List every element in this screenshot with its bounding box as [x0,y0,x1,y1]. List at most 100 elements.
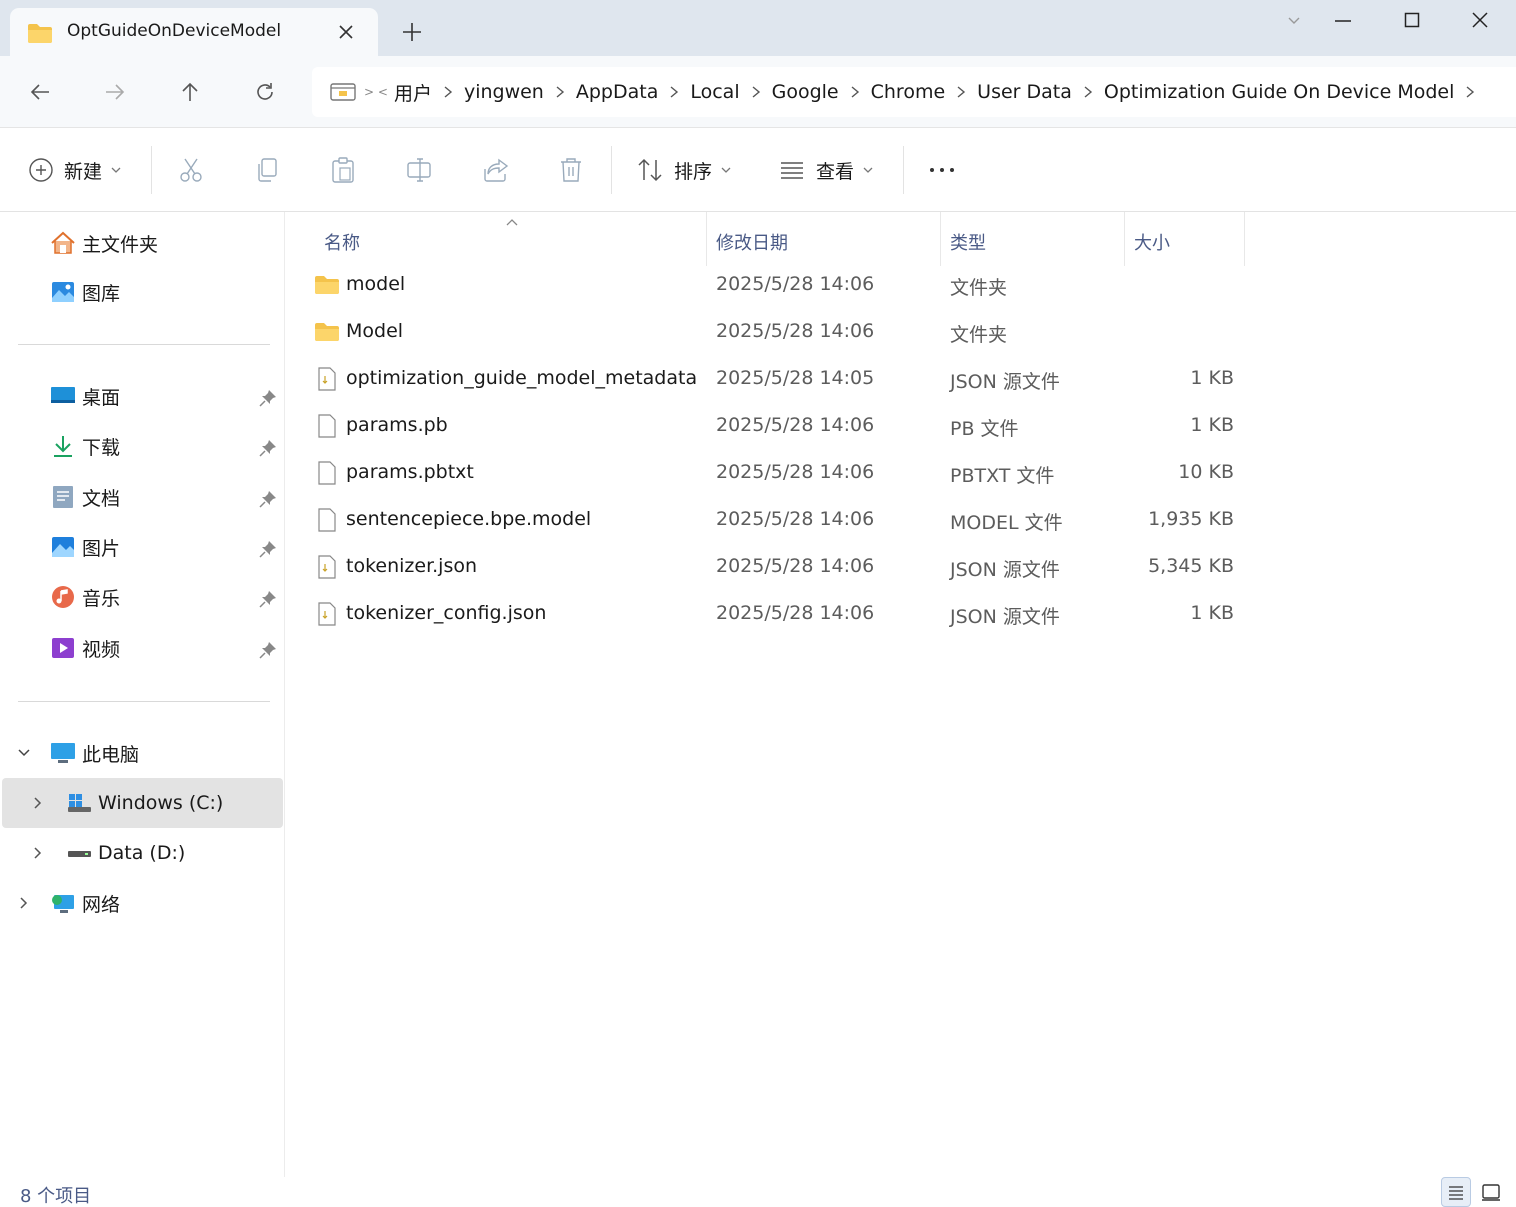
more-options-button[interactable] [928,150,956,190]
close-tab-icon[interactable] [335,21,357,43]
cut-button[interactable] [178,150,204,190]
file-row[interactable]: params.pbtxt 2025/5/28 14:06 PBTXT 文件 10… [314,449,1244,496]
pin-icon[interactable] [258,489,278,509]
sidebar-item-label: 图片 [82,537,121,560]
breadcrumb-item-current[interactable]: Optimization Guide On Device Model [1102,81,1457,103]
chevron-down-icon[interactable] [16,745,32,761]
file-name: params.pb [346,414,448,436]
music-icon [50,584,76,610]
up-arrow-icon[interactable] [172,74,208,110]
sidebar-item-downloads[interactable]: 下载 [50,425,120,467]
tab-list-chevron-icon[interactable] [1274,6,1314,34]
back-arrow-icon[interactable] [22,74,58,110]
breadcrumb-item[interactable]: 用户 [392,79,434,106]
pin-icon[interactable] [258,438,278,458]
breadcrumb-item[interactable]: User Data [975,81,1074,103]
chevron-right-icon[interactable] [660,82,688,102]
view-label: 查看 [816,160,855,183]
new-tab-icon[interactable] [400,20,424,44]
sort-icon [636,156,664,184]
column-header-date[interactable]: 修改日期 [716,220,788,264]
network-icon [50,890,76,916]
sidebar-item-documents[interactable]: 文档 [50,476,120,518]
sidebar-item-music[interactable]: 音乐 [50,576,120,618]
minimize-icon[interactable] [1322,6,1362,34]
home-icon [50,230,76,256]
json-file-icon [314,554,340,580]
breadcrumb[interactable]: > < 用户 yingwen AppData Local Google Chro… [312,67,1516,117]
sidebar-item-pictures[interactable]: 图片 [50,526,120,568]
chevron-right-icon[interactable] [434,82,462,102]
view-list-icon [778,156,806,184]
trash-icon [558,156,584,184]
file-type: 文件夹 [950,277,1008,299]
breadcrumb-overflow-icon[interactable]: > < [364,85,388,99]
tab-title: OptGuideOnDeviceModel [67,21,282,41]
chevron-right-icon[interactable] [30,795,46,811]
breadcrumb-item[interactable]: Local [688,81,741,103]
sidebar-item-home[interactable]: 主文件夹 [50,222,158,264]
chevron-right-icon[interactable] [1456,82,1484,102]
chevron-right-icon[interactable] [1074,82,1102,102]
navigation-pane: 主文件夹 图库 桌面 下载 文档 图片 音乐 视频 此电脑 Windows (C… [0,212,285,1177]
chevron-right-icon[interactable] [16,895,32,911]
file-row[interactable]: optimization_guide_model_metadata.json 2… [314,355,1244,402]
chevron-right-icon[interactable] [546,82,574,102]
breadcrumb-item[interactable]: Chrome [869,81,948,103]
pin-icon[interactable] [258,589,278,609]
delete-button[interactable] [558,150,584,190]
column-header-name[interactable]: 名称 [324,220,360,264]
tiles-view-toggle[interactable] [1477,1177,1507,1207]
pin-icon[interactable] [258,640,278,660]
file-name: Model [346,320,404,342]
file-row[interactable]: params.pb 2025/5/28 14:06 PB 文件 1 KB [314,402,1244,449]
share-button[interactable] [482,150,510,190]
sort-button[interactable]: 排序 [636,150,732,190]
sidebar-item-videos[interactable]: 视频 [50,627,120,669]
file-row[interactable]: model 2025/5/28 14:06 文件夹 [314,261,1244,308]
breadcrumb-item[interactable]: Google [770,81,841,103]
column-divider[interactable] [706,212,707,266]
file-size: 1 KB [1190,367,1234,389]
chevron-right-icon[interactable] [841,82,869,102]
file-row[interactable]: sentencepiece.bpe.model 2025/5/28 14:06 … [314,496,1244,543]
tab-active[interactable]: OptGuideOnDeviceModel [10,8,378,56]
file-row[interactable]: Model 2025/5/28 14:06 文件夹 [314,308,1244,355]
folder-icon [314,272,340,298]
sidebar-item-gallery[interactable]: 图库 [50,271,120,313]
column-divider[interactable] [1124,212,1125,266]
divider [18,701,270,702]
download-icon [50,433,76,459]
sidebar-item-label: Data (D:) [98,842,186,864]
chevron-right-icon[interactable] [742,82,770,102]
close-window-icon[interactable] [1460,6,1500,34]
sidebar-item-drive-c[interactable]: Windows (C:) [66,782,223,824]
file-row[interactable]: tokenizer_config.json 2025/5/28 14:06 JS… [314,590,1244,637]
rename-button[interactable] [406,150,434,190]
view-button[interactable]: 查看 [778,150,874,190]
pin-icon[interactable] [258,539,278,559]
sidebar-item-drive-d[interactable]: Data (D:) [66,832,185,874]
new-button[interactable]: 新建 [28,150,122,190]
breadcrumb-item[interactable]: AppData [574,81,661,103]
sidebar-item-label: 网络 [82,893,121,916]
refresh-icon[interactable] [247,74,283,110]
column-divider[interactable] [940,212,941,266]
file-name: tokenizer_config.json [346,602,547,624]
breadcrumb-item[interactable]: yingwen [462,81,546,103]
column-divider[interactable] [1244,212,1245,266]
copy-button[interactable] [254,150,280,190]
sidebar-item-this-pc[interactable]: 此电脑 [50,732,139,774]
file-row[interactable]: tokenizer.json 2025/5/28 14:06 JSON 源文件 … [314,543,1244,590]
paste-button[interactable] [330,150,356,190]
column-header-size[interactable]: 大小 [1134,220,1170,264]
maximize-icon[interactable] [1392,6,1432,34]
sidebar-item-desktop[interactable]: 桌面 [50,375,120,417]
details-view-toggle[interactable] [1441,1177,1471,1207]
forward-arrow-icon[interactable] [97,74,133,110]
pin-icon[interactable] [258,388,278,408]
column-header-type[interactable]: 类型 [950,220,986,264]
chevron-right-icon[interactable] [947,82,975,102]
sidebar-item-network[interactable]: 网络 [50,882,120,924]
chevron-right-icon[interactable] [30,845,46,861]
